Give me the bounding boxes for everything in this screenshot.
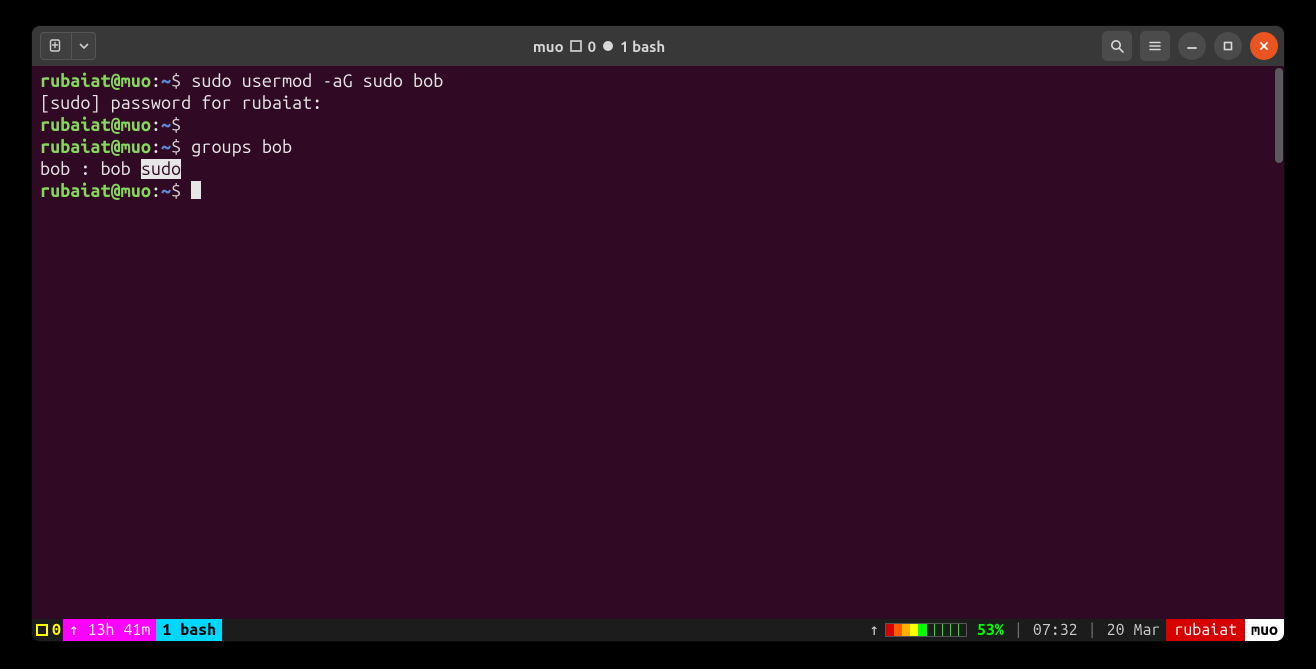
close-icon [1258,40,1270,52]
prompt-user: rubaiat [40,71,111,91]
minimize-button[interactable] [1178,32,1206,60]
prompt-path: ~ [161,71,171,91]
scrollbar[interactable] [1274,66,1284,619]
maximize-button[interactable] [1214,32,1242,60]
status-bar: 0 ↑ 13h 41m 1 bash ↑ [32,619,1284,641]
status-user: rubaiat [1166,619,1245,641]
arrow-up-icon: ↑ [69,619,79,641]
prompt-host: muo [121,71,151,91]
text-cursor [191,181,201,199]
highlighted-text: sudo [141,159,181,179]
title-text-1: muo [533,38,564,55]
new-tab-icon [48,38,64,54]
search-button[interactable] [1102,31,1132,61]
tab-dropdown-button[interactable] [72,32,96,60]
terminal-body[interactable]: rubaiat@muo:~$ sudo usermod -aG sudo bob… [32,66,1284,619]
output-text: [sudo] password for rubaiat: [40,93,322,113]
arrow-up-icon: ↑ [869,619,879,641]
minimize-icon [1186,40,1198,52]
title-text-3: 1 bash [620,38,665,55]
titlebar: muo 0 1 bash [32,26,1284,66]
status-battery-pct: 53% [971,619,1010,641]
terminal-window: muo 0 1 bash [32,26,1284,641]
window-indicator-empty-icon [570,40,582,52]
command-text: sudo usermod -aG sudo bob [191,71,443,91]
status-uptime: ↑ 13h 41m [63,619,156,641]
status-host: muo [1245,619,1284,641]
maximize-icon [1222,40,1234,52]
chevron-down-icon [79,41,89,51]
hamburger-icon [1147,38,1163,54]
terminal-output[interactable]: rubaiat@muo:~$ sudo usermod -aG sudo bob… [32,66,1274,619]
status-network: ↑ [863,619,881,641]
command-text: groups bob [191,137,292,157]
new-tab-button[interactable] [40,32,72,60]
scrollbar-thumb[interactable] [1275,68,1283,163]
title-text-2: 0 [588,38,596,55]
status-window[interactable]: 1 bash [156,619,222,641]
status-date: 20 Mar [1101,619,1167,641]
status-battery [881,619,971,641]
window-title: muo 0 1 bash [102,38,1096,55]
menu-button[interactable] [1140,31,1170,61]
battery-bar-icon [885,623,967,637]
status-session: 0 [32,619,63,641]
session-square-icon [36,624,48,636]
status-time: 07:32 [1027,619,1084,641]
search-icon [1109,38,1125,54]
window-indicator-active-icon [602,40,614,52]
close-button[interactable] [1250,32,1278,60]
